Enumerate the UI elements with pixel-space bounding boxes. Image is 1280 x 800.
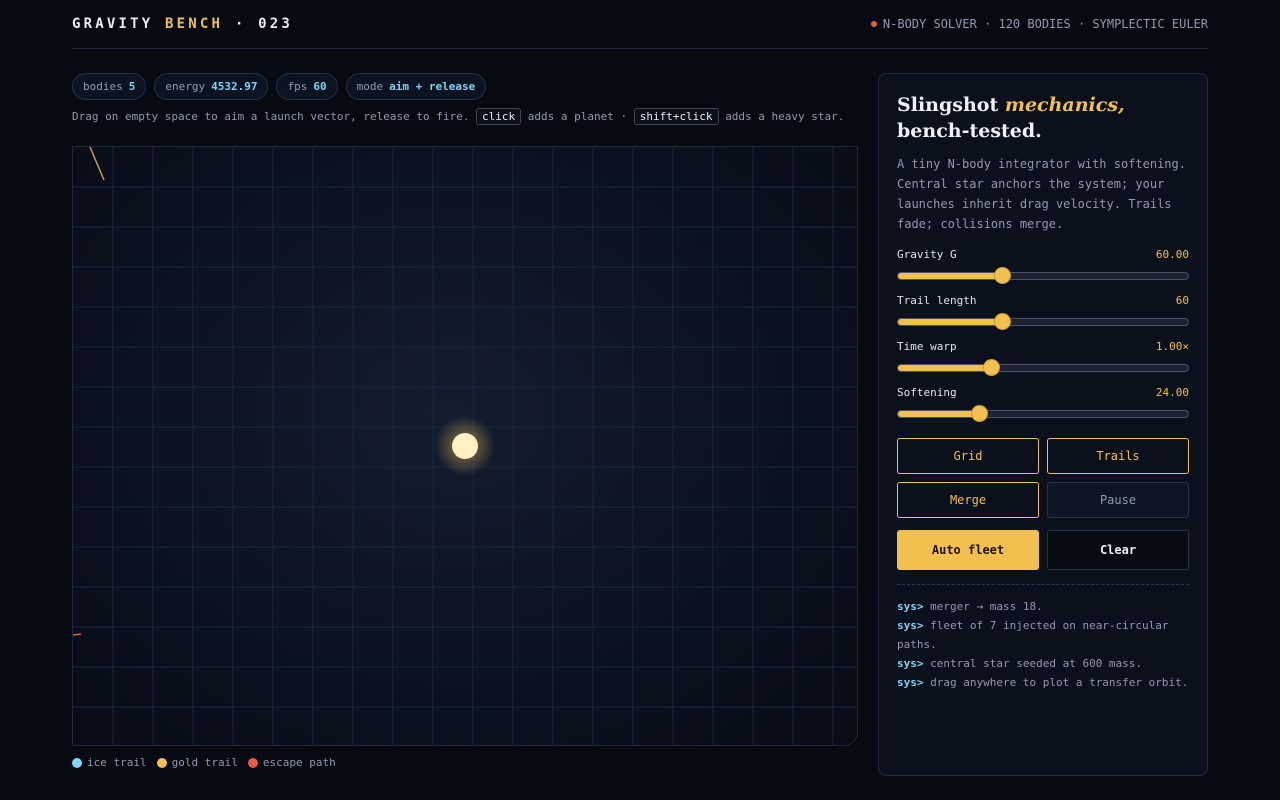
slider-thumb[interactable] <box>995 314 1011 329</box>
slider-fill <box>898 273 1003 279</box>
stat-mode: mode aim + release <box>345 73 487 100</box>
legend-dot-icon <box>72 757 82 768</box>
panel-description: A tiny N-body integrator with softening.… <box>897 157 1186 231</box>
slider-thumb[interactable] <box>972 406 988 421</box>
stat-value: 5 <box>128 80 136 93</box>
brand-suffix: · 023 <box>234 16 293 32</box>
log-text: merger → mass 18. <box>930 600 1043 613</box>
toggle-grid-button[interactable]: Grid <box>897 438 1039 474</box>
toggle-trails-button[interactable]: Trails <box>1047 438 1189 474</box>
title-emphasis: mechanics, <box>1004 94 1125 116</box>
log-prompt: sys> <box>897 619 924 632</box>
stat-value: aim + release <box>389 80 476 93</box>
solver-info-text: N-BODY SOLVER · 120 BODIES · SYMPLECTIC … <box>882 17 1208 31</box>
status-dot-icon <box>870 21 877 27</box>
control-panel: Slingshot mechanics, bench-tested. A tin… <box>878 73 1208 776</box>
title-start: Slingshot <box>897 94 999 116</box>
slider-fill <box>898 411 980 417</box>
log-prompt: sys> <box>897 657 924 670</box>
slider-track[interactable] <box>897 406 1189 421</box>
stat-label: energy <box>165 80 206 93</box>
slider-thumb[interactable] <box>983 360 999 375</box>
stat-energy: energy 4532.97 <box>154 73 269 100</box>
escape-trail-path <box>73 633 82 636</box>
slider-label: Time warp <box>897 340 957 353</box>
simulation-svg[interactable] <box>73 147 858 746</box>
legend-dot-icon <box>247 757 258 768</box>
kbd-shift-click: shift+click <box>633 108 719 125</box>
slider-softening: Softening 24.00 <box>897 386 1189 421</box>
stat-fps: fps 60 <box>276 73 338 100</box>
gold-trail-path <box>89 147 105 181</box>
brand-title: GRAVITY BENCH · 023 <box>72 16 293 32</box>
log-line: sys> drag anywhere to plot a transfer or… <box>897 673 1189 692</box>
slider-track[interactable] <box>897 268 1189 283</box>
slider-value: 1.00× <box>1155 340 1189 353</box>
app-header: GRAVITY BENCH · 023 N-BODY SOLVER · 120 … <box>72 0 1208 49</box>
hint-text: Drag on empty space to aim a launch vect… <box>72 110 470 123</box>
slider-fill <box>898 365 991 371</box>
solver-info: N-BODY SOLVER · 120 BODIES · SYMPLECTIC … <box>870 17 1208 31</box>
toggle-grid: Grid Trails Merge Pause <box>897 438 1189 518</box>
slider-track[interactable] <box>897 360 1189 375</box>
clear-button[interactable]: Clear <box>1047 530 1189 570</box>
slider-value: 60 <box>1175 294 1189 307</box>
slider-thumb[interactable] <box>995 268 1011 283</box>
slider-value: 60.00 <box>1155 248 1189 261</box>
log-prompt: sys> <box>897 600 924 613</box>
hint-text: adds a heavy star. <box>725 110 845 123</box>
legend-item-escape: escape path <box>247 756 336 769</box>
log-line: sys> merger → mass 18. <box>897 597 1189 616</box>
legend-label: escape path <box>262 756 336 769</box>
system-log: sys> merger → mass 18. sys> fleet of 7 i… <box>897 584 1189 692</box>
legend-label: ice trail <box>87 756 147 769</box>
stat-label: mode <box>356 80 384 93</box>
auto-fleet-button[interactable]: Auto fleet <box>897 530 1039 570</box>
slider-trail-length: Trail length 60 <box>897 294 1189 329</box>
slider-label: Trail length <box>897 294 977 307</box>
legend-dot-icon <box>156 757 167 768</box>
slider-value: 24.00 <box>1155 386 1189 399</box>
slider-label: Softening <box>897 386 957 399</box>
stat-label: fps <box>287 80 308 93</box>
stats-bar: bodies 5 energy 4532.97 fps 60 mode aim … <box>72 73 487 100</box>
log-line: sys> central star seeded at 600 mass. <box>897 654 1189 673</box>
simulation-canvas[interactable] <box>72 146 858 746</box>
slider-label: Gravity G <box>897 248 957 261</box>
central-star[interactable] <box>452 433 478 459</box>
slider-track[interactable] <box>897 314 1189 329</box>
trail-legend: ice trail gold trail escape path <box>72 756 336 769</box>
usage-hint: Drag on empty space to aim a launch vect… <box>72 108 858 125</box>
stat-label: bodies <box>83 80 123 93</box>
kbd-click: click <box>475 108 522 125</box>
legend-item-gold: gold trail <box>156 756 238 769</box>
stat-value: 60 <box>313 80 327 93</box>
slider-gravity: Gravity G 60.00 <box>897 248 1189 283</box>
action-buttons: Auto fleet Clear <box>897 530 1189 570</box>
hint-text: adds a planet · <box>527 110 628 123</box>
log-text: drag anywhere to plot a transfer orbit. <box>930 676 1189 689</box>
panel-title: Slingshot mechanics, bench-tested. <box>897 92 1189 144</box>
title-end: bench-tested. <box>897 120 1042 142</box>
brand-prefix: GRAVITY <box>72 16 154 32</box>
slider-time-warp: Time warp 1.00× <box>897 340 1189 375</box>
log-text: fleet of 7 injected on near-circular pat… <box>897 619 1169 651</box>
toggle-merge-button[interactable]: Merge <box>897 482 1039 518</box>
brand-accent: BENCH <box>165 16 224 32</box>
log-text: central star seeded at 600 mass. <box>930 657 1143 670</box>
legend-item-ice: ice trail <box>72 756 147 769</box>
log-line: sys> fleet of 7 injected on near-circula… <box>897 616 1189 654</box>
slider-fill <box>898 319 1003 325</box>
stat-value: 4532.97 <box>211 80 258 93</box>
stat-bodies: bodies 5 <box>72 73 147 100</box>
legend-label: gold trail <box>171 756 238 769</box>
log-prompt: sys> <box>897 676 924 689</box>
toggle-pause-button[interactable]: Pause <box>1047 482 1189 518</box>
